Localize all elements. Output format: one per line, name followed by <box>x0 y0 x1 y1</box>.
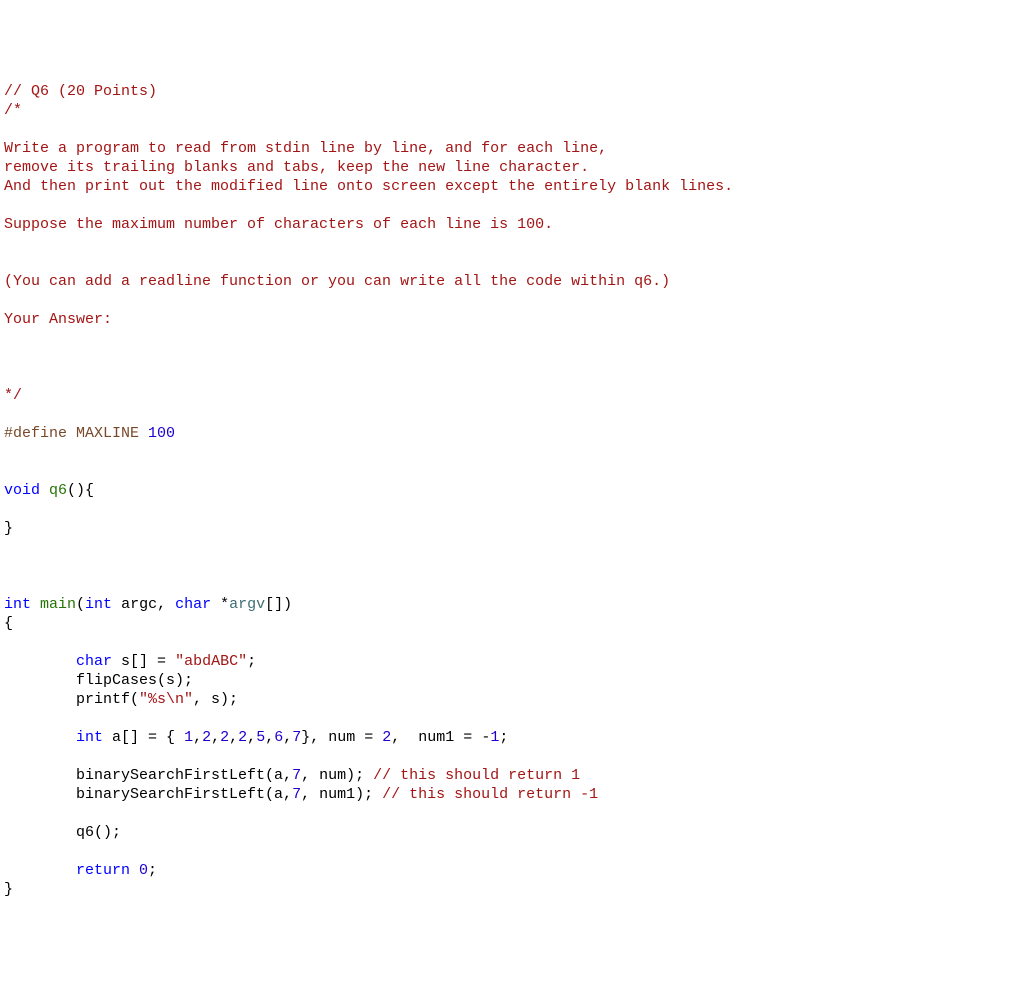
call-q6: q6(); <box>76 824 121 841</box>
indent <box>4 786 76 803</box>
punct: [] = <box>130 653 175 670</box>
number-literal: 2 <box>382 729 391 746</box>
keyword-int: int <box>4 596 31 613</box>
comment-open: /* <box>4 102 22 119</box>
macro-name: MAXLINE <box>67 425 148 442</box>
punct: , <box>247 729 256 746</box>
punct: , num1); <box>301 786 382 803</box>
comment-close: */ <box>4 387 22 404</box>
keyword-int: int <box>76 729 103 746</box>
brace-open: { <box>4 615 13 632</box>
punct: ( <box>76 596 85 613</box>
punct: [] = { <box>121 729 184 746</box>
function-name-main: main <box>31 596 76 613</box>
call-printf: printf( <box>76 691 139 708</box>
number-literal: 7 <box>292 729 301 746</box>
punct: , <box>283 729 292 746</box>
punct: , <box>229 729 238 746</box>
comment-line: Write a program to read from stdin line … <box>4 140 607 157</box>
comment-line: Your Answer: <box>4 311 112 328</box>
punct: , <box>193 729 202 746</box>
comment-line: And then print out the modified line ont… <box>4 178 733 195</box>
punct: ; <box>247 653 256 670</box>
keyword-int: int <box>85 596 112 613</box>
code-block: // Q6 (20 Points) /* Write a program to … <box>4 82 1020 899</box>
punct: , num1 = <box>391 729 481 746</box>
punct: }, num = <box>301 729 382 746</box>
punct: , <box>211 729 220 746</box>
indent <box>4 824 76 841</box>
number-literal: 2 <box>220 729 229 746</box>
indent <box>4 672 76 689</box>
keyword-return: return <box>76 862 130 879</box>
punct: , s); <box>193 691 238 708</box>
comment-line: // this should return -1 <box>382 786 598 803</box>
indent <box>4 653 76 670</box>
keyword-char: char <box>175 596 211 613</box>
number-literal: 5 <box>256 729 265 746</box>
indent <box>4 767 76 784</box>
punct: []) <box>265 596 292 613</box>
number-literal: 7 <box>292 767 301 784</box>
punct: (){ <box>67 482 94 499</box>
punct: * <box>211 596 229 613</box>
param-argc: argc <box>112 596 157 613</box>
number-literal: 7 <box>292 786 301 803</box>
indent <box>4 729 76 746</box>
number-literal: 1 <box>184 729 193 746</box>
keyword-void: void <box>4 482 40 499</box>
number-literal: 2 <box>238 729 247 746</box>
indent <box>4 862 76 879</box>
comment-line: // this should return 1 <box>373 767 580 784</box>
keyword-char: char <box>76 653 112 670</box>
call-flipcases: flipCases(s); <box>76 672 193 689</box>
number-literal: 6 <box>274 729 283 746</box>
punct: , <box>157 596 175 613</box>
var-a: a <box>103 729 121 746</box>
brace-close: } <box>4 520 13 537</box>
string-literal: "%s\n" <box>139 691 193 708</box>
number-literal: 0 <box>130 862 148 879</box>
comment-line: (You can add a readline function or you … <box>4 273 670 290</box>
number-literal: 1 <box>490 729 499 746</box>
function-name-q6: q6 <box>40 482 67 499</box>
brace-close: } <box>4 881 13 898</box>
preprocessor-define: #define <box>4 425 67 442</box>
call-binarysearch: binarySearchFirstLeft(a, <box>76 786 292 803</box>
param-argv: argv <box>229 596 265 613</box>
punct: , num); <box>301 767 373 784</box>
number-literal: 100 <box>148 425 175 442</box>
comment-line: // Q6 (20 Points) <box>4 83 157 100</box>
punct: , <box>265 729 274 746</box>
call-binarysearch: binarySearchFirstLeft(a, <box>76 767 292 784</box>
punct: ; <box>148 862 157 879</box>
string-literal: "abdABC" <box>175 653 247 670</box>
var-s: s <box>112 653 130 670</box>
punct: - <box>481 729 490 746</box>
punct: ; <box>499 729 508 746</box>
comment-line: Suppose the maximum number of characters… <box>4 216 553 233</box>
indent <box>4 691 76 708</box>
number-literal: 2 <box>202 729 211 746</box>
comment-line: remove its trailing blanks and tabs, kee… <box>4 159 589 176</box>
